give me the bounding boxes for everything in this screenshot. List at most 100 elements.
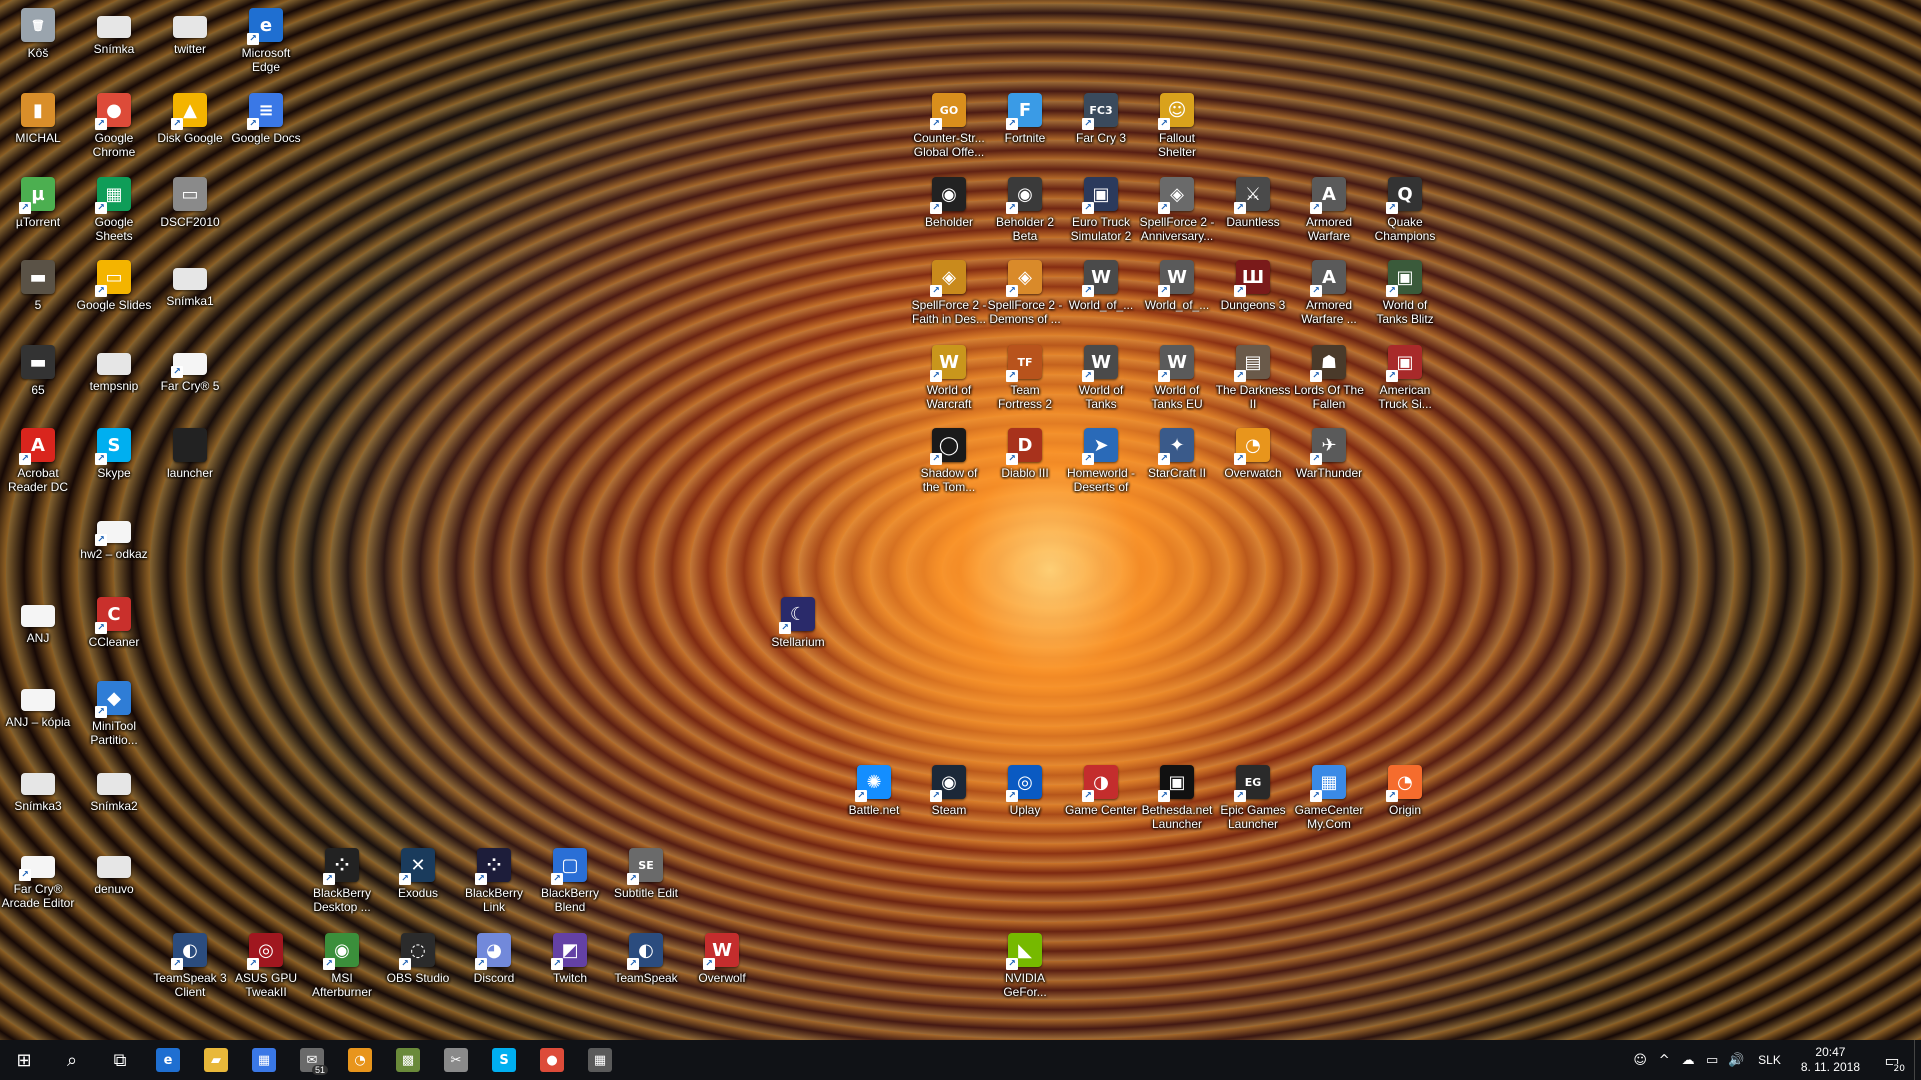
taskbar-overwatch[interactable]: ◔ <box>336 1040 384 1080</box>
desktop-icon[interactable]: ◉MSI Afterburner <box>304 927 380 1011</box>
volume-icon[interactable]: 🔊 <box>1724 1040 1748 1080</box>
desktop-icon[interactable]: ✕Exodus <box>380 842 456 926</box>
desktop-icon[interactable]: WOverwolf <box>684 927 760 1011</box>
desktop-icon[interactable]: AArmored Warfare <box>1291 171 1367 255</box>
action-center-button[interactable]: ▭ 20 <box>1870 1040 1914 1080</box>
desktop-icon[interactable]: ◉Beholder <box>911 171 987 255</box>
desktop-icon[interactable]: denuvo <box>76 842 152 926</box>
desktop-icon[interactable]: ☾Stellarium <box>760 591 836 675</box>
desktop-icon[interactable]: ◕Discord <box>456 927 532 1011</box>
desktop-icon[interactable]: Snímka3 <box>0 759 76 843</box>
clock[interactable]: 20:47 8. 11. 2018 <box>1791 1045 1870 1075</box>
taskbar-skype[interactable]: S <box>480 1040 528 1080</box>
desktop-icon[interactable]: Far Cry® Arcade Editor <box>0 842 76 926</box>
desktop-icon[interactable]: ◎ASUS GPU TweakII <box>228 927 304 1011</box>
desktop-icon[interactable]: QQuake Champions <box>1367 171 1443 255</box>
desktop-icon[interactable]: ▣Bethesda.net Launcher <box>1139 759 1215 843</box>
desktop-icon[interactable]: ◈SpellForce 2 - Demons of ... <box>987 254 1063 338</box>
search-button[interactable]: ⌕ <box>48 1040 96 1080</box>
desktop-icon[interactable]: ◐TeamSpeak <box>608 927 684 1011</box>
desktop-icon[interactable]: ▬ 65 <box>0 339 76 423</box>
desktop-icon[interactable]: launcher <box>152 422 228 506</box>
language-indicator[interactable]: SLK <box>1748 1053 1791 1067</box>
desktop-icon[interactable]: ШDungeons 3 <box>1215 254 1291 338</box>
desktop-icon[interactable]: ☺Fallout Shelter <box>1139 87 1215 171</box>
desktop-icon[interactable]: ☗Lords Of The Fallen <box>1291 339 1367 423</box>
desktop-icon[interactable]: ◉Steam <box>911 759 987 843</box>
desktop-icon[interactable]: Snímka2 <box>76 759 152 843</box>
desktop-icon[interactable]: ✈WarThunder <box>1291 422 1367 506</box>
desktop-icon[interactable]: twitter <box>152 2 228 86</box>
desktop-icon[interactable]: ◈SpellForce 2 - Anniversary... <box>1139 171 1215 255</box>
taskbar-snipping-tool[interactable]: ✂ <box>432 1040 480 1080</box>
desktop-icon[interactable]: ◎Uplay <box>987 759 1063 843</box>
desktop-icon[interactable]: ANJ <box>0 591 76 675</box>
taskbar-microsoft-store[interactable]: ▦ <box>240 1040 288 1080</box>
taskbar-google-chrome[interactable]: ● <box>528 1040 576 1080</box>
desktop-icon[interactable]: WWorld of Warcraft <box>911 339 987 423</box>
desktop-icon[interactable]: ▢BlackBerry Blend <box>532 842 608 926</box>
desktop-icon[interactable]: ▤The Darkness II <box>1215 339 1291 423</box>
taskbar-microsoft-edge[interactable]: e <box>144 1040 192 1080</box>
desktop-icon[interactable]: ▣World of Tanks Blitz <box>1367 254 1443 338</box>
taskbar-minecraft[interactable]: ▩ <box>384 1040 432 1080</box>
desktop-icon[interactable]: WWorld of Tanks EU <box>1139 339 1215 423</box>
chevron-up-icon[interactable]: ^ <box>1652 1040 1676 1080</box>
desktop-icon[interactable]: tempsnip <box>76 339 152 423</box>
desktop-icon[interactable]: ◐TeamSpeak 3 Client <box>152 927 228 1011</box>
desktop-icon[interactable]: WWorld of Tanks <box>1063 339 1139 423</box>
desktop-icon[interactable]: FC3Far Cry 3 <box>1063 87 1139 171</box>
desktop-icon[interactable]: ▮ MICHAL <box>0 87 76 171</box>
desktop-icon[interactable]: WWorld_of_... <box>1063 254 1139 338</box>
desktop-icon[interactable]: TFTeam Fortress 2 <box>987 339 1063 423</box>
desktop-icon[interactable]: EGEpic Games Launcher <box>1215 759 1291 843</box>
desktop-icon[interactable]: ⁘BlackBerry Link <box>456 842 532 926</box>
desktop-icon[interactable]: GOCounter-Str... Global Offe... <box>911 87 987 171</box>
onedrive-icon[interactable]: ☁ <box>1676 1040 1700 1080</box>
network-icon[interactable]: ▭ <box>1700 1040 1724 1080</box>
desktop-icon[interactable]: AArmored Warfare ... <box>1291 254 1367 338</box>
desktop-icon[interactable]: ◩Twitch <box>532 927 608 1011</box>
desktop-icon[interactable]: ◣NVIDIA GeFor... <box>987 927 1063 1011</box>
desktop[interactable]: 🗑 Kôš Snímka twitter eMicrosoft Edge ▮ MICHAL ●… <box>0 0 1921 1040</box>
desktop-icon[interactable]: ➤Homeworld - Deserts of K... <box>1063 422 1139 506</box>
taskbar-mail[interactable]: ✉ 51 <box>288 1040 336 1080</box>
desktop-icon[interactable]: FFortnite <box>987 87 1063 171</box>
desktop-icon[interactable]: CCCleaner <box>76 591 152 675</box>
desktop-icon[interactable]: SSkype <box>76 422 152 506</box>
desktop-icon[interactable]: Snímka <box>76 2 152 86</box>
desktop-icon[interactable]: AAcrobat Reader DC <box>0 422 76 506</box>
desktop-icon[interactable]: Snímka1 <box>152 254 228 338</box>
desktop-icon[interactable]: ▲Disk Google <box>152 87 228 171</box>
taskbar-file-explorer[interactable]: ▰ <box>192 1040 240 1080</box>
desktop-icon[interactable]: µµTorrent <box>0 171 76 255</box>
desktop-icon[interactable]: ◉Beholder 2 Beta <box>987 171 1063 255</box>
desktop-icon[interactable]: ✺Battle.net <box>836 759 912 843</box>
desktop-icon[interactable]: ◔Origin <box>1367 759 1443 843</box>
desktop-icon[interactable]: WWorld_of_... <box>1139 254 1215 338</box>
desktop-icon[interactable]: ▬ 5 <box>0 254 76 338</box>
desktop-icon[interactable]: ◑Game Center <box>1063 759 1139 843</box>
desktop-icon[interactable]: ⁘BlackBerry Desktop ... <box>304 842 380 926</box>
desktop-icon[interactable]: ▣American Truck Si... <box>1367 339 1443 423</box>
desktop-icon[interactable]: ≡Google Docs <box>228 87 304 171</box>
desktop-icon[interactable]: ◌OBS Studio <box>380 927 456 1011</box>
desktop-icon[interactable]: ●Google Chrome <box>76 87 152 171</box>
desktop-icon[interactable]: ▦GameCenter My.Com <box>1291 759 1367 843</box>
desktop-icon[interactable]: ◯Shadow of the Tom... <box>911 422 987 506</box>
desktop-icon[interactable]: SESubtitle Edit <box>608 842 684 926</box>
desktop-icon[interactable]: DDiablo III <box>987 422 1063 506</box>
show-desktop-button[interactable] <box>1914 1040 1921 1080</box>
desktop-icon[interactable]: ▣Euro Truck Simulator 2 <box>1063 171 1139 255</box>
desktop-icon[interactable]: ▭Google Slides <box>76 254 152 338</box>
desktop-icon[interactable]: ⚔Dauntless <box>1215 171 1291 255</box>
desktop-icon[interactable]: ◔Overwatch <box>1215 422 1291 506</box>
desktop-icon[interactable]: ✦StarCraft II <box>1139 422 1215 506</box>
desktop-icon[interactable]: ANJ – kópia <box>0 675 76 759</box>
people-icon[interactable]: ☺ <box>1628 1040 1652 1080</box>
desktop-icon[interactable]: Far Cry® 5 <box>152 339 228 423</box>
desktop-icon[interactable]: 🗑 Kôš <box>0 2 76 86</box>
taskbar-calculator[interactable]: ▦ <box>576 1040 624 1080</box>
desktop-icon[interactable]: ◆MiniTool Partitio... <box>76 675 152 759</box>
desktop-icon[interactable]: ▭ DSCF2010 <box>152 171 228 255</box>
